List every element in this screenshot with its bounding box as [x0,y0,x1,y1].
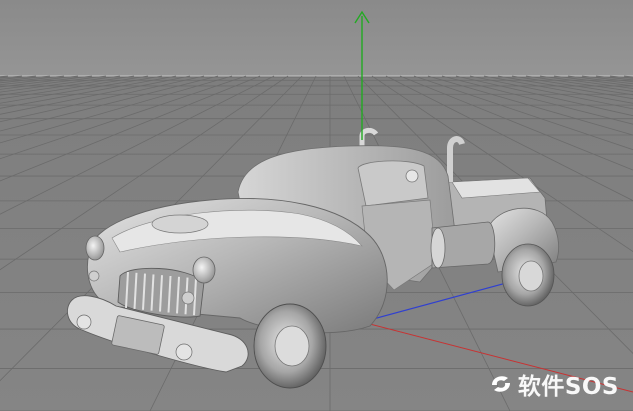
sky-background [0,0,633,76]
fog-lamp-right [181,291,195,305]
headlight-left [85,235,105,261]
front-hub [274,325,310,367]
watermark: 软件SOS [488,367,619,401]
viewport-scene[interactable] [0,0,633,411]
cab-window [357,160,429,207]
watermark-text: 软件SOS [517,374,619,400]
hood-scoop [151,214,209,234]
rear-hub [518,260,544,292]
side-mirror [405,169,419,183]
bumper-guard-left [76,314,92,330]
3d-viewport[interactable]: 软件SOS [0,0,633,411]
bumper-guard-right [175,343,193,361]
sos-logo-icon [491,376,510,392]
side-tank-cap [430,227,446,269]
fog-lamp-left [88,270,100,282]
headlight-right [192,256,216,284]
